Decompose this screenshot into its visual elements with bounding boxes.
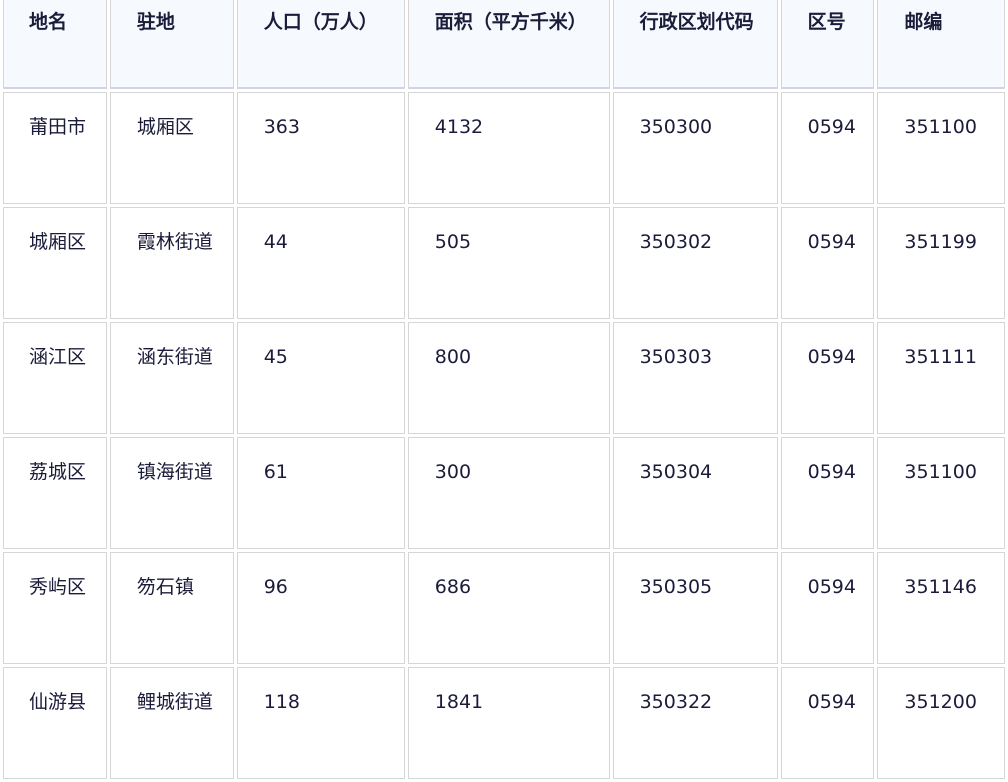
header-seat: 驻地 [109,0,234,89]
cell-division-code: 350302 [612,207,778,319]
cell-division-code: 350300 [612,92,778,204]
cell-area-code: 0594 [780,322,875,434]
cell-seat: 城厢区 [109,92,234,204]
cell-area: 686 [407,552,610,664]
cell-seat: 鲤城街道 [109,667,234,779]
cell-seat: 笏石镇 [109,552,234,664]
cell-division-code: 350322 [612,667,778,779]
cell-postal-code: 351146 [877,552,1005,664]
cell-seat: 涵东街道 [109,322,234,434]
cell-area: 800 [407,322,610,434]
cell-area: 505 [407,207,610,319]
table-container: 地名 驻地 人口（万人） 面积（平方千米） 行政区划代码 区号 邮编 莆田市 城… [0,0,1008,782]
table-row: 秀屿区 笏石镇 96 686 350305 0594 351146 [3,552,1005,664]
cell-postal-code: 351111 [877,322,1005,434]
cell-population: 363 [236,92,405,204]
cell-place-name: 荔城区 [3,437,107,549]
header-division-code: 行政区划代码 [612,0,778,89]
cell-population: 45 [236,322,405,434]
cell-place-name: 秀屿区 [3,552,107,664]
cell-division-code: 350303 [612,322,778,434]
cell-postal-code: 351100 [877,92,1005,204]
cell-division-code: 350305 [612,552,778,664]
cell-place-name: 仙游县 [3,667,107,779]
cell-population: 96 [236,552,405,664]
cell-seat: 霞林街道 [109,207,234,319]
header-area-code: 区号 [780,0,875,89]
table-row: 莆田市 城厢区 363 4132 350300 0594 351100 [3,92,1005,204]
cell-area: 300 [407,437,610,549]
cell-postal-code: 351200 [877,667,1005,779]
cell-area-code: 0594 [780,552,875,664]
cell-population: 61 [236,437,405,549]
header-postal-code: 邮编 [877,0,1005,89]
cell-area: 4132 [407,92,610,204]
cell-area-code: 0594 [780,667,875,779]
cell-seat: 镇海街道 [109,437,234,549]
table-row: 城厢区 霞林街道 44 505 350302 0594 351199 [3,207,1005,319]
cell-postal-code: 351199 [877,207,1005,319]
cell-postal-code: 351100 [877,437,1005,549]
header-population: 人口（万人） [236,0,405,89]
district-table: 地名 驻地 人口（万人） 面积（平方千米） 行政区划代码 区号 邮编 莆田市 城… [0,0,1008,782]
cell-population: 44 [236,207,405,319]
cell-place-name: 莆田市 [3,92,107,204]
cell-population: 118 [236,667,405,779]
header-place-name: 地名 [3,0,107,89]
cell-division-code: 350304 [612,437,778,549]
header-area: 面积（平方千米） [407,0,610,89]
table-row: 荔城区 镇海街道 61 300 350304 0594 351100 [3,437,1005,549]
cell-area-code: 0594 [780,92,875,204]
header-row: 地名 驻地 人口（万人） 面积（平方千米） 行政区划代码 区号 邮编 [3,0,1005,89]
cell-area-code: 0594 [780,207,875,319]
table-row: 仙游县 鲤城街道 118 1841 350322 0594 351200 [3,667,1005,779]
cell-area-code: 0594 [780,437,875,549]
cell-place-name: 涵江区 [3,322,107,434]
cell-place-name: 城厢区 [3,207,107,319]
cell-area: 1841 [407,667,610,779]
table-row: 涵江区 涵东街道 45 800 350303 0594 351111 [3,322,1005,434]
